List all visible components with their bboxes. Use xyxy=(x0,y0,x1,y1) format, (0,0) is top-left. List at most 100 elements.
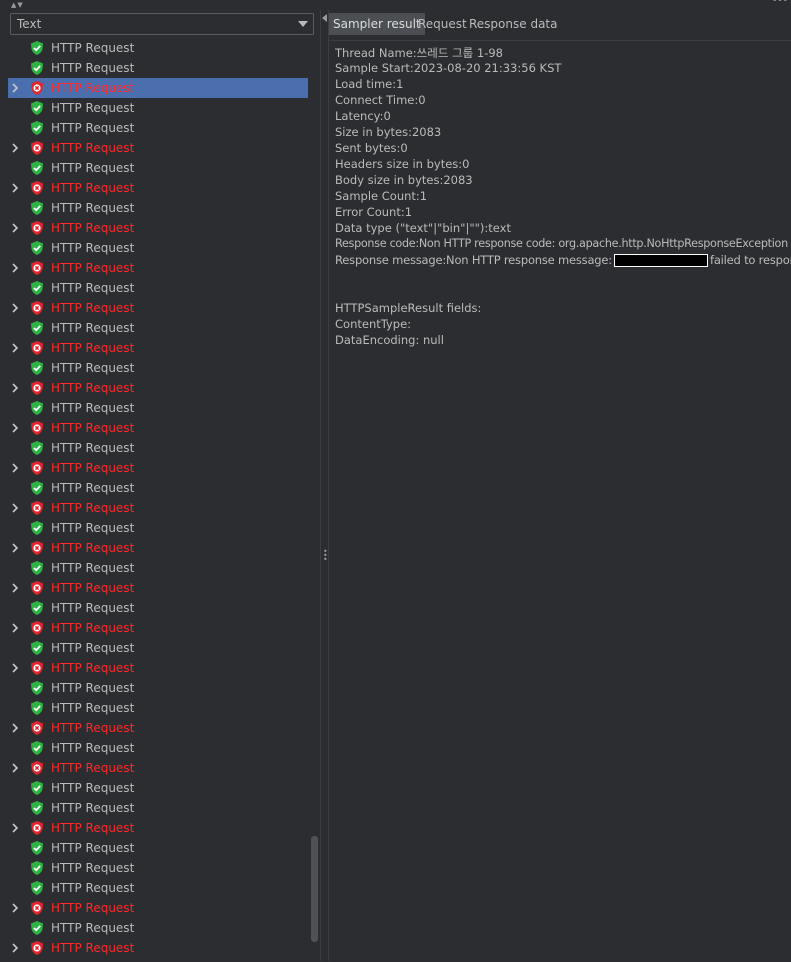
tree-row[interactable]: HTTP Request xyxy=(8,938,308,958)
collapse-left-icon[interactable] xyxy=(322,14,327,22)
tree-row[interactable]: HTTP Request xyxy=(8,718,308,738)
error-shield-icon xyxy=(29,340,45,356)
chevron-right-icon[interactable] xyxy=(10,501,22,515)
tree-row[interactable]: HTTP Request xyxy=(8,878,308,898)
chevron-right-icon[interactable] xyxy=(10,661,22,675)
success-shield-icon xyxy=(29,800,45,816)
tree-row[interactable]: HTTP Request xyxy=(8,798,308,818)
tree-row[interactable]: HTTP Request xyxy=(8,138,308,158)
tree-row-label: HTTP Request xyxy=(51,301,135,315)
renderer-select[interactable]: Text xyxy=(10,13,314,35)
chevron-right-icon[interactable] xyxy=(10,421,22,435)
tree-row-label: HTTP Request xyxy=(51,501,135,515)
tree-row-label: HTTP Request xyxy=(51,921,135,935)
content-type: ContentType: xyxy=(335,317,412,331)
tree-row[interactable]: HTTP Request xyxy=(8,178,308,198)
sampler-result-text[interactable]: Thread Name:쓰레드 그룹 1-98 Sample Start:202… xyxy=(329,40,791,962)
size-in-bytes: Size in bytes:2083 xyxy=(335,125,442,139)
chevron-right-icon[interactable] xyxy=(10,181,22,195)
tree-row[interactable]: HTTP Request xyxy=(8,818,308,838)
chevron-right-icon[interactable] xyxy=(10,941,22,955)
tree-row[interactable]: HTTP Request xyxy=(8,578,308,598)
tree-row[interactable]: HTTP Request xyxy=(8,398,308,418)
tree-row[interactable]: HTTP Request xyxy=(8,338,308,358)
chevron-right-icon[interactable] xyxy=(10,621,22,635)
tree-row[interactable]: HTTP Request xyxy=(8,378,308,398)
tree-row[interactable]: HTTP Request xyxy=(8,738,308,758)
tree-row[interactable]: HTTP Request xyxy=(8,298,308,318)
tree-row[interactable]: HTTP Request xyxy=(8,598,308,618)
more-options-icon[interactable]: ••• xyxy=(772,0,788,6)
tree-row[interactable]: HTTP Request xyxy=(8,238,308,258)
splitter-grip-icon[interactable]: • • • xyxy=(323,548,328,564)
error-shield-icon xyxy=(29,460,45,476)
chevron-right-icon[interactable] xyxy=(10,761,22,775)
tree-row[interactable]: HTTP Request xyxy=(8,898,308,918)
tree-row[interactable]: HTTP Request xyxy=(8,918,308,938)
tree-row[interactable]: HTTP Request xyxy=(8,658,308,678)
chevron-right-icon[interactable] xyxy=(10,901,22,915)
tree-scrollbar[interactable] xyxy=(311,836,318,942)
tree-row[interactable]: HTTP Request xyxy=(8,318,308,338)
sample-start: Sample Start:2023-08-20 21:33:56 KST xyxy=(335,61,562,75)
tree-row[interactable]: HTTP Request xyxy=(8,558,308,578)
tree-row[interactable]: HTTP Request xyxy=(8,438,308,458)
panel-splitter[interactable]: • • • xyxy=(320,10,329,961)
tree-row[interactable]: HTTP Request xyxy=(8,478,308,498)
tree-row-label: HTTP Request xyxy=(51,141,135,155)
chevron-right-icon[interactable] xyxy=(10,721,22,735)
chevron-right-icon[interactable] xyxy=(10,141,22,155)
tree-row[interactable]: HTTP Request xyxy=(8,538,308,558)
chevron-right-icon[interactable] xyxy=(10,821,22,835)
tree-row[interactable]: HTTP Request xyxy=(8,678,308,698)
tree-row[interactable]: HTTP Request xyxy=(8,618,308,638)
tab-request[interactable]: Request xyxy=(414,13,471,35)
chevron-right-icon[interactable] xyxy=(10,301,22,315)
tree-row[interactable]: HTTP Request xyxy=(8,698,308,718)
tree-row[interactable]: HTTP Request xyxy=(8,78,308,98)
tree-row[interactable]: HTTP Request xyxy=(8,358,308,378)
redacted-host-block xyxy=(613,254,708,267)
sample-count: Sample Count:1 xyxy=(335,189,428,203)
tree-row[interactable]: HTTP Request xyxy=(8,518,308,538)
tree-row[interactable]: HTTP Request xyxy=(8,58,308,78)
tree-row[interactable]: HTTP Request xyxy=(8,158,308,178)
chevron-right-icon[interactable] xyxy=(10,341,22,355)
tree-row-label: HTTP Request xyxy=(51,101,135,115)
tree-row-label: HTTP Request xyxy=(51,361,135,375)
tab-response-data[interactable]: Response data xyxy=(465,13,561,35)
chevron-right-icon[interactable] xyxy=(10,261,22,275)
tree-row[interactable]: HTTP Request xyxy=(8,198,308,218)
renderer-select-value: Text xyxy=(17,17,42,31)
collapse-arrows-icon[interactable]: ▲▼ xyxy=(11,0,24,10)
tree-row[interactable]: HTTP Request xyxy=(8,418,308,438)
tree-row[interactable]: HTTP Request xyxy=(8,758,308,778)
response-message-prefix: Response message:Non HTTP response messa… xyxy=(335,253,612,267)
tree-row[interactable]: HTTP Request xyxy=(8,218,308,238)
tree-row[interactable]: HTTP Request xyxy=(8,778,308,798)
chevron-right-icon[interactable] xyxy=(10,581,22,595)
success-shield-icon xyxy=(29,740,45,756)
chevron-right-icon[interactable] xyxy=(10,541,22,555)
success-shield-icon xyxy=(29,200,45,216)
chevron-right-icon[interactable] xyxy=(10,461,22,475)
data-encoding: DataEncoding: null xyxy=(335,333,444,347)
chevron-right-icon[interactable] xyxy=(10,381,22,395)
tree-row[interactable]: HTTP Request xyxy=(8,278,308,298)
tree-row[interactable]: HTTP Request xyxy=(8,98,308,118)
tab-sampler-result[interactable]: Sampler result xyxy=(329,13,425,35)
tree-row[interactable]: HTTP Request xyxy=(8,118,308,138)
tree-row[interactable]: HTTP Request xyxy=(8,258,308,278)
error-shield-icon xyxy=(29,80,45,96)
dropdown-arrow-icon[interactable] xyxy=(298,21,308,27)
tree-row[interactable]: HTTP Request xyxy=(8,858,308,878)
error-shield-icon xyxy=(29,660,45,676)
tree-row[interactable]: HTTP Request xyxy=(8,638,308,658)
chevron-right-icon[interactable] xyxy=(10,81,22,95)
tree-row[interactable]: HTTP Request xyxy=(8,458,308,478)
success-shield-icon xyxy=(29,840,45,856)
tree-row[interactable]: HTTP Request xyxy=(8,838,308,858)
tree-row[interactable]: HTTP Request xyxy=(8,38,308,58)
chevron-right-icon[interactable] xyxy=(10,221,22,235)
tree-row[interactable]: HTTP Request xyxy=(8,498,308,518)
